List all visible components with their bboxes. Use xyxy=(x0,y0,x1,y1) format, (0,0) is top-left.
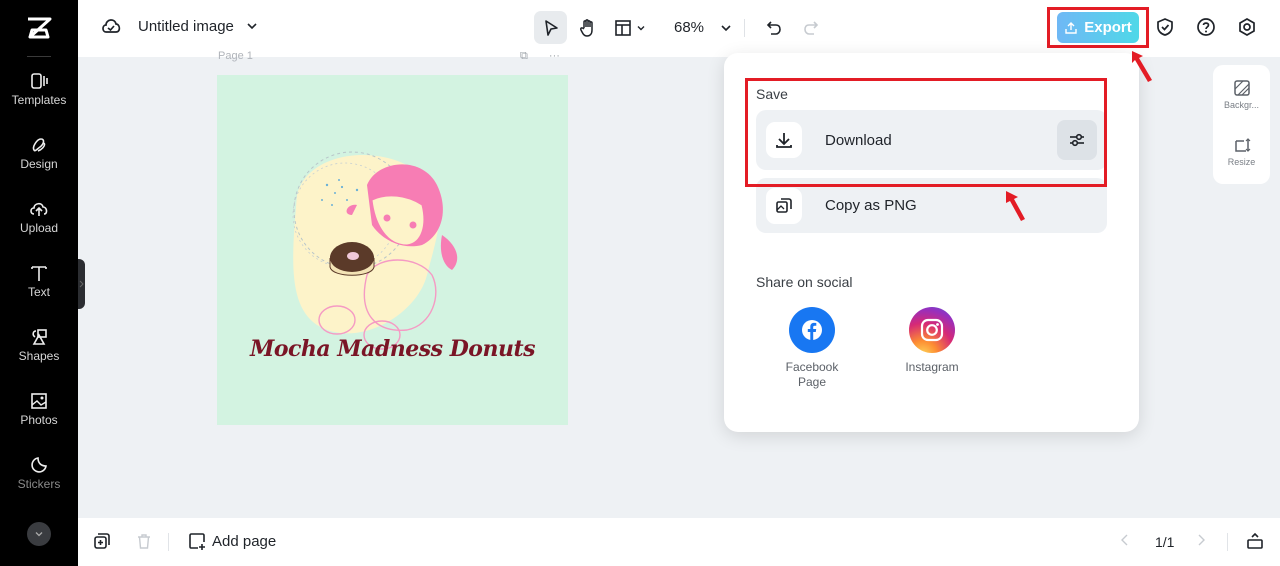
shapes-icon xyxy=(32,329,47,345)
background-button[interactable]: Backgr... xyxy=(1213,79,1270,110)
file-title[interactable]: Untitled image xyxy=(138,18,234,35)
artboard-title-text[interactable]: Mocha Madness Donuts xyxy=(217,336,568,362)
hand-tool-button[interactable] xyxy=(571,11,604,44)
undo-button[interactable] xyxy=(757,11,790,44)
instagram-label: Instagram xyxy=(905,360,959,374)
zoom-chevron-down-icon[interactable] xyxy=(720,22,732,34)
left-sidebar: Templates Design Upload Text Shapes Phot… xyxy=(0,0,78,566)
background-icon xyxy=(1233,80,1250,96)
chevron-down-icon xyxy=(637,25,645,30)
settings-hex-icon xyxy=(1239,18,1255,36)
templates-icon xyxy=(31,73,48,89)
sidebar-item-photos[interactable]: Photos xyxy=(0,377,78,441)
layout-icon xyxy=(615,19,631,36)
resize-button[interactable]: Resize xyxy=(1213,136,1270,167)
chevron-down-icon[interactable] xyxy=(246,20,258,32)
duplicate-page-button[interactable] xyxy=(93,532,111,550)
export-highlight-box xyxy=(1047,7,1149,48)
cloud-saved-icon xyxy=(102,19,121,33)
chevron-down-icon xyxy=(35,532,43,537)
canvas-tools: 68% xyxy=(534,11,831,44)
add-page-icon xyxy=(189,533,205,550)
annotation-arrow-export xyxy=(1132,51,1152,82)
bottom-toolbar: Add page 1/1 xyxy=(78,518,1280,566)
chevron-right-icon xyxy=(79,280,84,288)
prev-page-button[interactable] xyxy=(1119,532,1131,548)
bottom-divider xyxy=(168,533,169,551)
background-label: Backgr... xyxy=(1223,100,1259,110)
help-button[interactable] xyxy=(1195,16,1217,38)
add-page-button[interactable]: Add page xyxy=(188,532,276,550)
settings-button[interactable] xyxy=(1236,16,1258,38)
donut-girl-illustration xyxy=(292,151,458,350)
redo-button[interactable] xyxy=(794,11,827,44)
add-page-label: Add page xyxy=(212,532,277,550)
sidebar-item-label: Design xyxy=(20,157,58,171)
bottom-divider xyxy=(1227,533,1228,551)
file-menu[interactable]: Untitled image xyxy=(100,15,258,37)
instagram-icon xyxy=(909,307,955,353)
resize-icon xyxy=(1234,138,1250,152)
undo-icon xyxy=(766,20,781,35)
select-pointer-icon xyxy=(544,19,558,36)
select-tool-button[interactable] xyxy=(534,11,567,44)
share-heading: Share on social xyxy=(756,274,853,290)
save-highlight-box xyxy=(745,78,1107,187)
sidebar-item-label: Shapes xyxy=(18,349,60,363)
photos-icon xyxy=(31,393,47,409)
page-more-icon[interactable]: ··· xyxy=(549,50,560,62)
upload-cloud-icon xyxy=(30,202,48,216)
sidebar-collapse-handle[interactable] xyxy=(78,259,85,309)
sidebar-item-shapes[interactable]: Shapes xyxy=(0,313,78,377)
toolbar-divider xyxy=(744,18,746,37)
design-icon xyxy=(32,138,46,152)
page-tools: ⧉ ··· xyxy=(520,50,560,63)
sidebar-item-label: Upload xyxy=(19,221,59,235)
artboard[interactable]: Mocha Madness Donuts xyxy=(217,75,568,425)
resize-label: Resize xyxy=(1227,157,1256,167)
sidebar-item-text[interactable]: Text xyxy=(0,249,78,313)
page-indicator-text: 1/1 xyxy=(1155,534,1175,550)
sidebar-item-stickers[interactable]: Stickers xyxy=(0,441,78,505)
capcut-logo-icon[interactable] xyxy=(24,16,54,40)
sidebar-item-label: Photos xyxy=(20,413,58,427)
copy-png-label: Copy as PNG xyxy=(825,197,917,214)
chevron-left-icon xyxy=(1121,534,1128,546)
stickers-icon xyxy=(31,457,47,473)
copy-image-icon xyxy=(776,197,792,213)
zoom-level[interactable]: 68% xyxy=(674,19,704,36)
facebook-icon xyxy=(789,307,835,353)
hand-pan-icon xyxy=(579,18,593,37)
delete-page-button[interactable] xyxy=(135,532,153,550)
page-panel-icon xyxy=(1247,532,1263,549)
annotation-arrow-download xyxy=(1006,191,1025,221)
chevron-right-icon xyxy=(1198,534,1205,546)
shield-check-icon xyxy=(1157,18,1173,36)
sidebar-item-templates[interactable]: Templates xyxy=(0,57,78,121)
help-icon xyxy=(1197,18,1215,36)
next-page-button[interactable] xyxy=(1195,532,1207,548)
sidebar-item-upload[interactable]: Upload xyxy=(0,185,78,249)
share-facebook[interactable]: Facebook Page xyxy=(767,307,857,390)
sidebar-item-label: Templates xyxy=(11,93,67,107)
redo-icon xyxy=(803,20,818,35)
shield-button[interactable] xyxy=(1154,16,1176,38)
copy-icon-box xyxy=(766,187,802,224)
trash-icon xyxy=(138,534,150,549)
text-icon xyxy=(31,266,47,281)
page-indicator: 1/1 xyxy=(1155,534,1174,550)
duplicate-page-icon xyxy=(94,533,110,549)
share-instagram[interactable]: Instagram xyxy=(887,307,977,375)
sidebar-more-button[interactable] xyxy=(27,522,51,546)
page-panel-toggle[interactable] xyxy=(1246,532,1264,550)
right-tool-panel: Backgr... Resize xyxy=(1213,65,1270,184)
sidebar-item-label: Stickers xyxy=(17,477,61,491)
page-label: Page 1 xyxy=(218,50,253,62)
facebook-label: Facebook Page xyxy=(785,360,839,389)
page-copy-icon[interactable]: ⧉ xyxy=(520,50,528,62)
layout-tool-button[interactable] xyxy=(608,11,652,44)
sidebar-item-label: Text xyxy=(27,285,50,299)
sidebar-item-design[interactable]: Design xyxy=(0,121,78,185)
